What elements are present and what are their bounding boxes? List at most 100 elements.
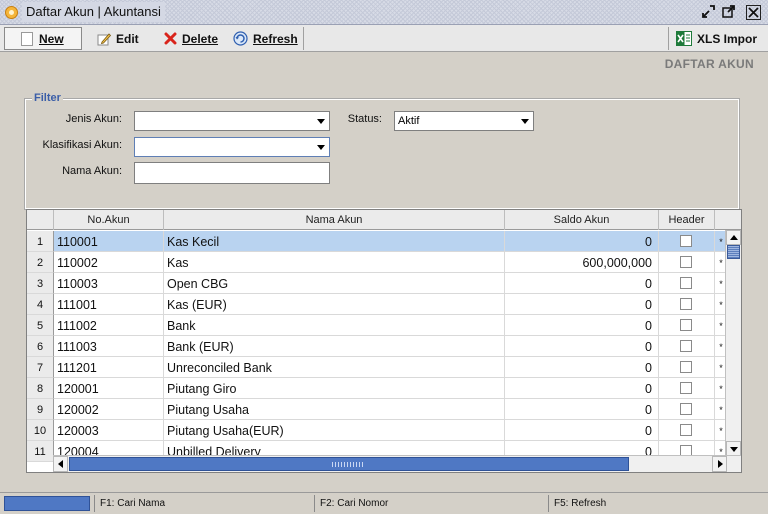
horizontal-scroll-thumb[interactable] bbox=[69, 457, 629, 471]
row-number: 7 bbox=[27, 357, 54, 378]
cell-header[interactable] bbox=[659, 357, 715, 378]
row-number: 10 bbox=[27, 420, 54, 441]
table-row[interactable]: 7 111201 Unreconciled Bank 0 * bbox=[27, 357, 741, 378]
table-row[interactable]: 3 110003 Open CBG 0 * bbox=[27, 273, 741, 294]
cell-no-akun[interactable]: 111201 bbox=[54, 357, 164, 378]
header-checkbox[interactable] bbox=[680, 235, 692, 247]
nama-akun-input[interactable] bbox=[134, 162, 330, 184]
cell-header[interactable] bbox=[659, 252, 715, 273]
cell-header[interactable] bbox=[659, 420, 715, 441]
cell-saldo-akun[interactable]: 0 bbox=[505, 231, 659, 252]
cell-no-akun[interactable]: 120001 bbox=[54, 378, 164, 399]
refresh-button-label: Refresh bbox=[253, 31, 298, 46]
cell-nama-akun[interactable]: Kas Kecil bbox=[164, 231, 505, 252]
column-header-header[interactable]: Header bbox=[659, 210, 715, 230]
row-number: 5 bbox=[27, 315, 54, 336]
cell-header[interactable] bbox=[659, 231, 715, 252]
restore-window-button[interactable] bbox=[700, 4, 717, 21]
column-header-no-akun[interactable]: No.Akun bbox=[54, 210, 164, 230]
vertical-scroll-thumb[interactable] bbox=[727, 245, 740, 259]
header-checkbox[interactable] bbox=[680, 298, 692, 310]
cell-header[interactable] bbox=[659, 399, 715, 420]
cell-header[interactable] bbox=[659, 294, 715, 315]
cell-no-akun[interactable]: 111001 bbox=[54, 294, 164, 315]
status-select[interactable]: Aktif bbox=[394, 111, 534, 131]
cell-nama-akun[interactable]: Piutang Giro bbox=[164, 378, 505, 399]
column-header-saldo-akun[interactable]: Saldo Akun bbox=[505, 210, 659, 230]
cell-nama-akun[interactable]: Kas (EUR) bbox=[164, 294, 505, 315]
cell-nama-akun[interactable]: Bank (EUR) bbox=[164, 336, 505, 357]
header-checkbox[interactable] bbox=[680, 319, 692, 331]
header-checkbox[interactable] bbox=[680, 256, 692, 268]
table-row[interactable]: 9 120002 Piutang Usaha 0 * bbox=[27, 399, 741, 420]
cell-nama-akun[interactable]: Unreconciled Bank bbox=[164, 357, 505, 378]
section-title: DAFTAR AKUN bbox=[664, 57, 754, 71]
pencil-icon bbox=[97, 32, 111, 45]
refresh-button[interactable]: Refresh bbox=[233, 27, 298, 50]
status-hint-f1: F1: Cari Nama bbox=[94, 495, 314, 512]
cell-no-akun[interactable]: 110002 bbox=[54, 252, 164, 273]
xls-import-button[interactable]: XLS Impor bbox=[676, 27, 757, 50]
cell-saldo-akun[interactable]: 0 bbox=[505, 315, 659, 336]
table-row[interactable]: 10 120003 Piutang Usaha(EUR) 0 * bbox=[27, 420, 741, 441]
scroll-up-button[interactable] bbox=[726, 230, 741, 245]
cell-saldo-akun[interactable]: 0 bbox=[505, 420, 659, 441]
table-row[interactable]: 5 111002 Bank 0 * bbox=[27, 315, 741, 336]
table-row[interactable]: 6 111003 Bank (EUR) 0 * bbox=[27, 336, 741, 357]
cell-no-akun[interactable]: 110003 bbox=[54, 273, 164, 294]
header-checkbox[interactable] bbox=[680, 277, 692, 289]
cell-saldo-akun[interactable]: 600,000,000 bbox=[505, 252, 659, 273]
arrow-right-icon bbox=[718, 460, 723, 468]
status-hint-f2: F2: Cari Nomor bbox=[314, 495, 548, 512]
main-panel: DAFTAR AKUN Filter Jenis Akun: Status: A… bbox=[2, 53, 754, 488]
cell-nama-akun[interactable]: Piutang Usaha(EUR) bbox=[164, 420, 505, 441]
cell-no-akun[interactable]: 120002 bbox=[54, 399, 164, 420]
header-checkbox[interactable] bbox=[680, 382, 692, 394]
horizontal-scrollbar[interactable] bbox=[53, 455, 741, 472]
app-icon bbox=[5, 6, 18, 19]
jenis-akun-select[interactable] bbox=[134, 111, 330, 131]
cell-header[interactable] bbox=[659, 315, 715, 336]
cell-nama-akun[interactable]: Open CBG bbox=[164, 273, 505, 294]
header-checkbox[interactable] bbox=[680, 424, 692, 436]
cell-saldo-akun[interactable]: 0 bbox=[505, 336, 659, 357]
table-row[interactable]: 8 120001 Piutang Giro 0 * bbox=[27, 378, 741, 399]
cell-saldo-akun[interactable]: 0 bbox=[505, 357, 659, 378]
cell-no-akun[interactable]: 111003 bbox=[54, 336, 164, 357]
table-row[interactable]: 2 110002 Kas 600,000,000 * bbox=[27, 252, 741, 273]
new-button[interactable]: New bbox=[4, 27, 82, 50]
cell-nama-akun[interactable]: Piutang Usaha bbox=[164, 399, 505, 420]
cell-saldo-akun[interactable]: 0 bbox=[505, 399, 659, 420]
scroll-down-button[interactable] bbox=[726, 441, 741, 456]
toolbar-separator bbox=[668, 27, 669, 50]
cell-header[interactable] bbox=[659, 336, 715, 357]
cell-nama-akun[interactable]: Bank bbox=[164, 315, 505, 336]
cell-no-akun[interactable]: 120003 bbox=[54, 420, 164, 441]
jenis-akun-label: Jenis Akun: bbox=[65, 113, 122, 125]
delete-button[interactable]: Delete bbox=[164, 27, 218, 50]
maximize-window-button[interactable] bbox=[720, 4, 737, 21]
cell-nama-akun[interactable]: Kas bbox=[164, 252, 505, 273]
row-number-header bbox=[27, 210, 54, 230]
vertical-scrollbar[interactable] bbox=[725, 230, 741, 456]
cell-no-akun[interactable]: 110001 bbox=[54, 231, 164, 252]
cell-saldo-akun[interactable]: 0 bbox=[505, 273, 659, 294]
table-row[interactable]: 4 111001 Kas (EUR) 0 * bbox=[27, 294, 741, 315]
scroll-left-button[interactable] bbox=[53, 456, 68, 472]
table-row[interactable]: 1 110001 Kas Kecil 0 * bbox=[27, 231, 741, 252]
cell-header[interactable] bbox=[659, 378, 715, 399]
cell-saldo-akun[interactable]: 0 bbox=[505, 378, 659, 399]
toolbar-separator bbox=[303, 27, 304, 50]
edit-button[interactable]: Edit bbox=[97, 27, 139, 50]
close-window-button[interactable] bbox=[746, 5, 761, 20]
header-checkbox[interactable] bbox=[680, 340, 692, 352]
scroll-right-button[interactable] bbox=[712, 456, 727, 472]
header-checkbox[interactable] bbox=[680, 361, 692, 373]
column-header-nama-akun[interactable]: Nama Akun bbox=[164, 210, 505, 230]
klasifikasi-akun-select[interactable] bbox=[134, 137, 330, 157]
cell-saldo-akun[interactable]: 0 bbox=[505, 294, 659, 315]
status-bar: F1: Cari Nama F2: Cari Nomor F5: Refresh bbox=[0, 492, 768, 514]
cell-header[interactable] bbox=[659, 273, 715, 294]
header-checkbox[interactable] bbox=[680, 403, 692, 415]
cell-no-akun[interactable]: 111002 bbox=[54, 315, 164, 336]
